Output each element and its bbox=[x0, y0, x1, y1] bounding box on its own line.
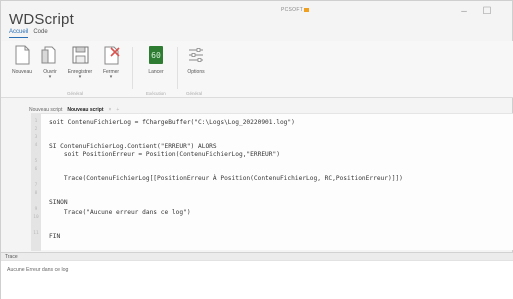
line-number-gutter: 1 2 3 4 5 6 7 8 9 10 11 bbox=[31, 114, 41, 251]
chevron-down-icon: ▾ bbox=[109, 74, 113, 80]
close-file-icon bbox=[100, 44, 122, 66]
ribbon-separator bbox=[177, 47, 178, 89]
doc-tab-2[interactable]: Nouveau script bbox=[67, 107, 103, 113]
new-file-icon bbox=[11, 44, 33, 66]
line-number: 7 bbox=[34, 183, 38, 188]
app-title: WDScript bbox=[9, 11, 74, 28]
brand-name: PCSOFT bbox=[281, 7, 304, 13]
chevron-down-icon: ▾ bbox=[48, 74, 52, 80]
line-number: 9 bbox=[34, 207, 38, 212]
open-folder-icon bbox=[39, 44, 61, 66]
line-number: 2 bbox=[34, 127, 38, 132]
line-number: 11 bbox=[33, 231, 39, 236]
trace-output[interactable]: Aucune Erreur dans ce log bbox=[1, 260, 513, 299]
code-line: SINON bbox=[49, 199, 68, 206]
code-line: Trace(ContenuFichierLog[[PositionErreur … bbox=[49, 175, 403, 182]
new-tab-icon[interactable]: + bbox=[116, 107, 119, 113]
trace-output-line: Aucune Erreur dans ce log bbox=[7, 267, 69, 273]
trace-panel-header: Trace bbox=[1, 252, 513, 260]
options-button[interactable]: Options bbox=[181, 44, 211, 88]
code-line: Trace("Aucune erreur dans ce log") bbox=[49, 209, 191, 216]
close-file-button[interactable]: Fermer ▾ bbox=[96, 44, 126, 88]
tab-accueil[interactable]: Accueil bbox=[9, 28, 29, 38]
run-button-label: Lancer bbox=[148, 69, 164, 75]
code-line: FIN bbox=[49, 233, 61, 240]
options-icon bbox=[185, 44, 207, 66]
title-bar: WDScript PCSOFT – ☐ bbox=[1, 1, 513, 37]
line-number: 5 bbox=[34, 159, 38, 164]
group-label-execution: Exécution bbox=[146, 91, 166, 96]
new-button[interactable]: Nouveau bbox=[7, 44, 37, 88]
open-button[interactable]: Ouvrir ▾ bbox=[35, 44, 65, 88]
svg-text:60: 60 bbox=[151, 51, 161, 60]
group-label-general-2: Général bbox=[186, 91, 203, 96]
menu-tabs: Accueil Code bbox=[9, 28, 48, 38]
ribbon: Nouveau Ouvrir ▾ Enregistrer ▾ Fermer ▾ bbox=[1, 41, 513, 98]
group-label-general: Général bbox=[67, 91, 84, 96]
save-icon bbox=[69, 44, 91, 66]
run-icon: 60 bbox=[145, 44, 167, 66]
code-line: soit ContenuFichierLog = fChargeBuffer("… bbox=[49, 119, 295, 126]
chevron-down-icon: ▾ bbox=[78, 74, 82, 80]
minimize-button[interactable]: – bbox=[456, 5, 472, 19]
tab-code[interactable]: Code bbox=[33, 28, 47, 38]
save-button[interactable]: Enregistrer ▾ bbox=[65, 44, 95, 88]
options-button-label: Options bbox=[187, 69, 205, 75]
line-number: 6 bbox=[34, 167, 38, 172]
brand-mark-icon bbox=[304, 7, 310, 12]
run-button[interactable]: 60 Lancer bbox=[141, 44, 171, 88]
doc-tab-1[interactable]: Nouveau script bbox=[29, 107, 62, 113]
line-number: 4 bbox=[34, 143, 38, 148]
ribbon-separator bbox=[132, 47, 133, 89]
app-window: WDScript PCSOFT – ☐ Accueil Code Nouveau… bbox=[0, 0, 513, 299]
brand-logo: PCSOFT bbox=[281, 7, 310, 13]
code-line: SI ContenuFichierLog.Contient("ERREUR") … bbox=[49, 143, 217, 150]
code-editor[interactable]: 1 2 3 4 5 6 7 8 9 10 11 soit ContenuFich… bbox=[31, 113, 513, 251]
line-number: 10 bbox=[33, 215, 39, 220]
code-line: soit PositionErreur = Position(ContenuFi… bbox=[49, 151, 280, 158]
line-number: 3 bbox=[34, 135, 38, 140]
line-number: 8 bbox=[34, 191, 38, 196]
new-button-label: Nouveau bbox=[11, 69, 32, 75]
maximize-button[interactable]: ☐ bbox=[479, 5, 495, 19]
close-tab-icon[interactable]: × bbox=[108, 107, 111, 113]
line-number: 1 bbox=[34, 119, 38, 124]
